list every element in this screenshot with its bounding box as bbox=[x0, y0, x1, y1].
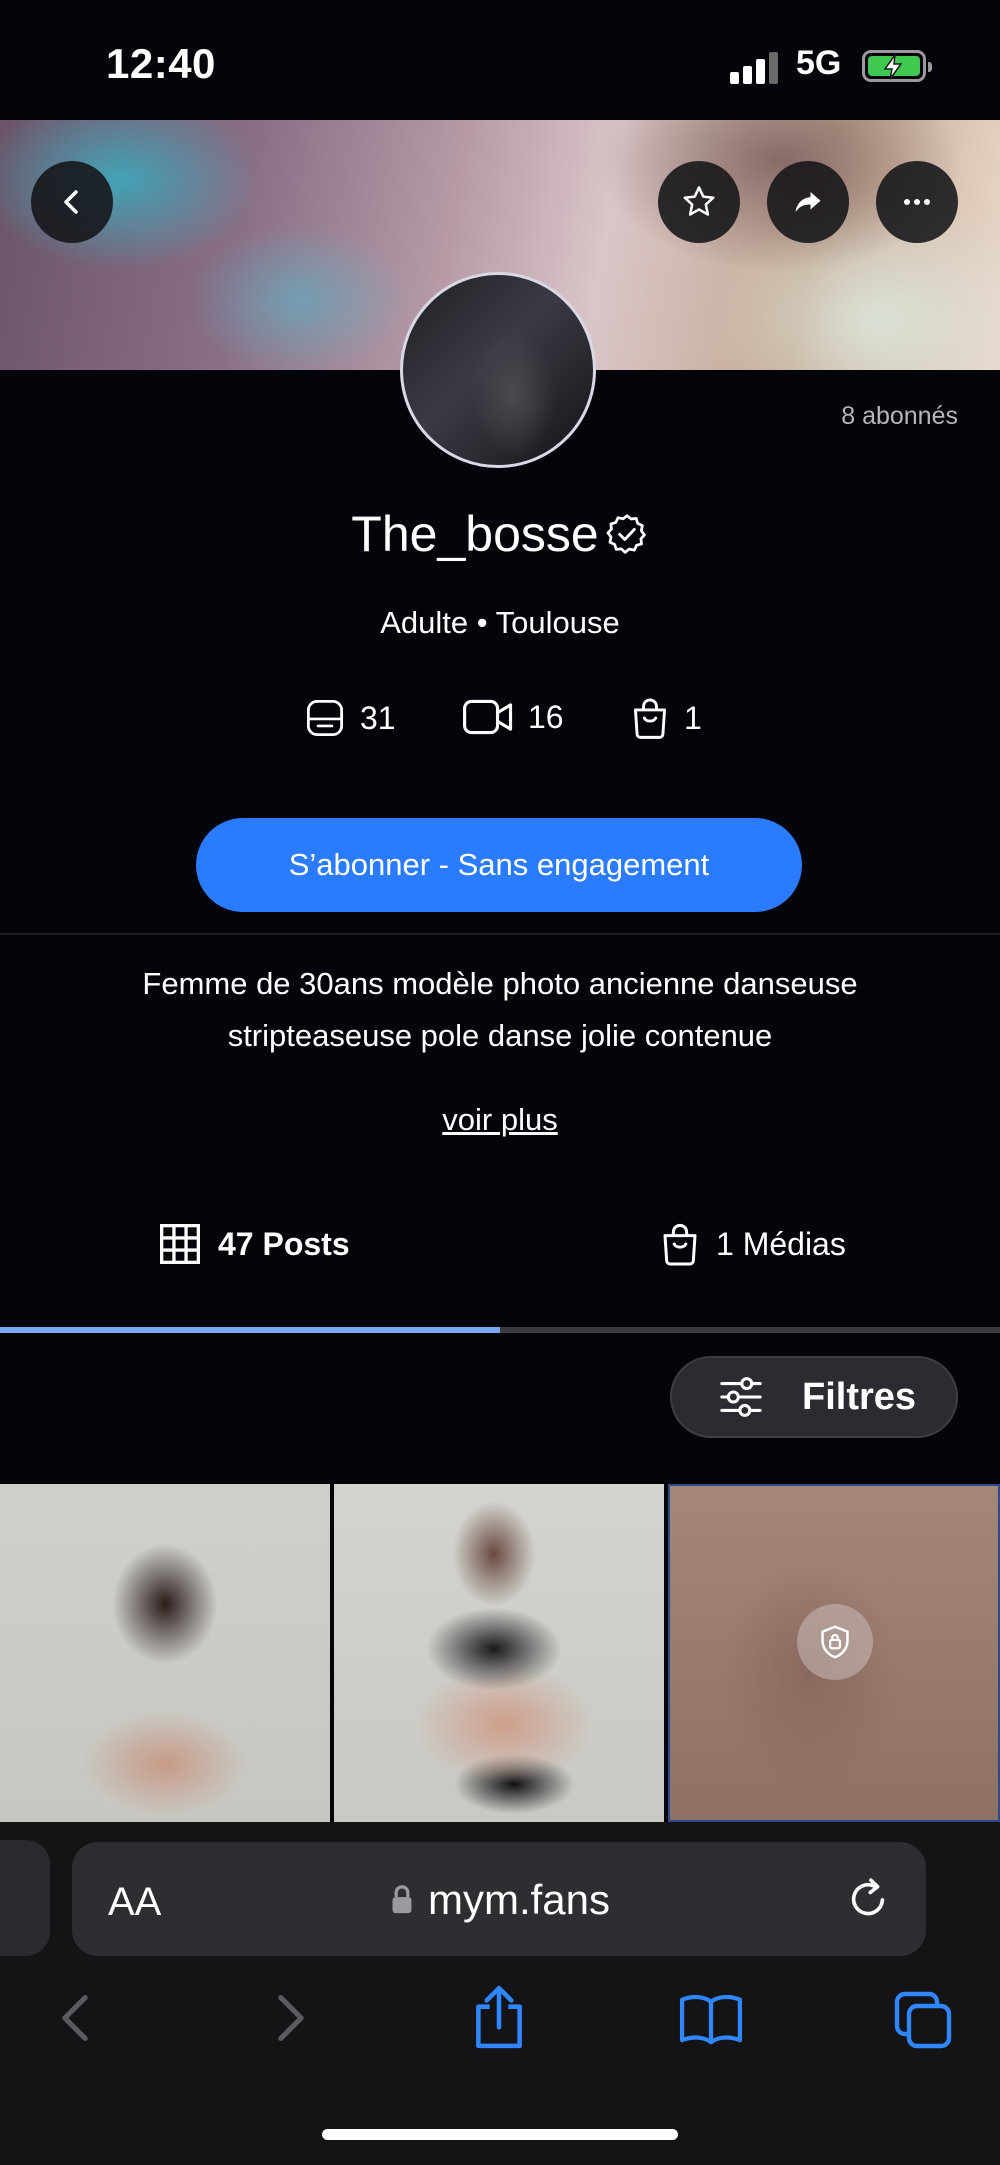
signal-icon bbox=[730, 50, 786, 84]
verified-badge-icon bbox=[606, 514, 646, 554]
lock-icon bbox=[392, 1885, 412, 1914]
photo-icon bbox=[306, 699, 344, 737]
network-label: 5G bbox=[796, 44, 842, 82]
photo-count: 31 bbox=[360, 699, 396, 736]
post-grid bbox=[0, 1484, 1000, 1822]
tab-posts[interactable]: 47 Posts bbox=[158, 1222, 350, 1266]
reload-button[interactable] bbox=[845, 1876, 891, 1927]
subscribe-button[interactable]: S’abonner - Sans engagement bbox=[196, 818, 802, 912]
bookmarks-icon bbox=[679, 1994, 743, 2045]
bookmarks-button[interactable] bbox=[678, 1992, 744, 2051]
reload-icon bbox=[851, 1878, 885, 1916]
favorite-button[interactable] bbox=[658, 161, 740, 243]
tabs-icon bbox=[894, 1991, 952, 2049]
video-counter: 16 bbox=[462, 697, 564, 737]
sliders-icon bbox=[720, 1377, 762, 1417]
profile-meta: Adulte • Toulouse bbox=[380, 605, 620, 640]
filters-button[interactable]: Filtres bbox=[670, 1356, 958, 1438]
bio-line: Femme de 30ans modèle photo ancienne dan… bbox=[142, 966, 858, 1001]
bag-icon bbox=[634, 698, 666, 739]
tab-active-indicator bbox=[0, 1327, 500, 1333]
share-arrow-icon bbox=[795, 192, 821, 212]
tabs-button[interactable] bbox=[893, 1990, 953, 2055]
tab-media[interactable]: 1 Médias bbox=[660, 1222, 846, 1266]
share-button[interactable] bbox=[767, 161, 849, 243]
post-thumbnail[interactable] bbox=[0, 1484, 330, 1822]
video-count: 16 bbox=[528, 698, 564, 735]
post-thumbnail[interactable] bbox=[334, 1484, 664, 1822]
star-icon bbox=[683, 186, 715, 216]
back-arrow-icon bbox=[62, 1995, 88, 2041]
shield-lock-icon bbox=[821, 1625, 849, 1659]
filters-label: Filtres bbox=[802, 1375, 917, 1418]
browser-share-button[interactable] bbox=[472, 1984, 526, 2055]
more-button[interactable] bbox=[876, 161, 958, 243]
lock-badge bbox=[797, 1604, 873, 1680]
status-time: 12:40 bbox=[106, 40, 216, 87]
tab-posts-label: 47 Posts bbox=[218, 1225, 350, 1262]
grid-icon bbox=[160, 1224, 200, 1264]
back-button[interactable] bbox=[31, 161, 113, 243]
forward-arrow-icon bbox=[278, 1995, 304, 2041]
chevron-left-icon bbox=[64, 190, 78, 214]
ellipsis-icon bbox=[904, 199, 930, 205]
share-icon bbox=[476, 1985, 522, 2049]
media-counter: 1 bbox=[630, 697, 702, 739]
see-more-label: voir plus bbox=[442, 1102, 558, 1137]
profile-bio: Femme de 30ans modèle photo ancienne dan… bbox=[60, 958, 940, 1062]
video-icon bbox=[463, 699, 513, 735]
avatar[interactable] bbox=[400, 272, 596, 468]
content-counters: 31 16 1 bbox=[300, 697, 720, 747]
photo-counter: 31 bbox=[304, 697, 396, 739]
url-text: mym.fans bbox=[427, 1876, 611, 1923]
profile-name-row: The_bosse bbox=[0, 505, 1000, 563]
bio-line: stripteaseuse pole danse jolie contenue bbox=[227, 1018, 773, 1053]
divider bbox=[0, 933, 1000, 935]
tab-media-label: 1 Médias bbox=[716, 1225, 846, 1262]
media-count: 1 bbox=[684, 699, 702, 736]
profile-name: The_bosse bbox=[351, 506, 599, 562]
browser-back-button[interactable] bbox=[58, 1990, 92, 2051]
battery-icon bbox=[862, 50, 932, 82]
see-more-link[interactable]: voir plus bbox=[0, 1102, 1000, 1138]
home-indicator bbox=[322, 2129, 678, 2140]
locked-post-thumbnail[interactable] bbox=[668, 1484, 1000, 1822]
browser-forward-button[interactable] bbox=[274, 1990, 308, 2051]
subscriber-count: 8 abonnés bbox=[841, 402, 958, 430]
bag-icon bbox=[663, 1223, 697, 1266]
